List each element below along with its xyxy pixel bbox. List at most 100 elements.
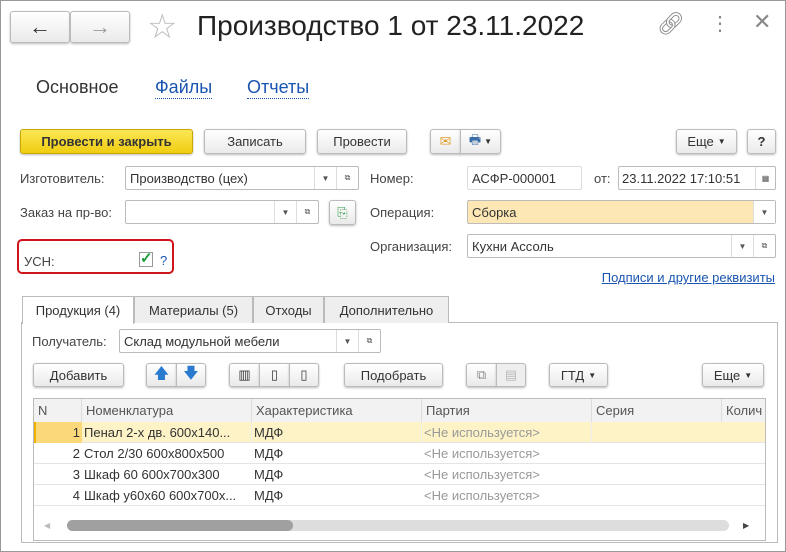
cell-nomenclature: Стол 2/30 600х800х500 [84, 446, 225, 461]
more-button[interactable]: Еще ▼ [676, 129, 737, 154]
cell-batch: <Не используется> [424, 446, 540, 461]
tab-materials[interactable]: Материалы (5) [134, 296, 253, 323]
print-button[interactable]: 🖶︎ ▼ [460, 129, 501, 154]
close-icon[interactable]: ✕ [753, 9, 771, 35]
tab-products[interactable]: Продукция (4) [22, 296, 134, 324]
col-characteristic[interactable]: Характеристика [252, 399, 422, 422]
usn-help-link[interactable]: ? [160, 253, 167, 268]
cell-characteristic: МДФ [254, 488, 284, 503]
maker-label: Изготовитель: [20, 171, 105, 186]
col-nomenclature[interactable]: Номенклатура [82, 399, 252, 422]
barcode-search-button[interactable]: ▥ [229, 363, 260, 387]
help-button[interactable]: ? [747, 129, 776, 154]
operation-label: Операция: [370, 205, 435, 220]
move-up-button[interactable]: 🡅 [146, 363, 177, 387]
order-label: Заказ на пр-во: [20, 205, 112, 220]
tab-reports[interactable]: Отчеты [247, 77, 310, 99]
cell-batch: <Не используется> [424, 467, 540, 482]
scanner-unload-button[interactable]: ▯ [289, 363, 319, 387]
calendar-icon[interactable]: ▦ [755, 167, 775, 189]
tab-main[interactable]: Основное [36, 77, 118, 98]
order-field[interactable]: ▼ ⧉ [125, 200, 319, 224]
table-row[interactable]: 1 Пенал 2-х дв. 600х140... МДФ <Не использу… [34, 422, 765, 443]
open-icon[interactable]: ⧉ [336, 167, 358, 189]
scroll-left-icon[interactable]: ◀ [44, 521, 50, 530]
scroll-right-icon[interactable]: ▶ [743, 521, 749, 530]
maker-field[interactable]: Производство (цех) ▼ ⧉ [125, 166, 359, 190]
col-n[interactable]: N [34, 399, 82, 422]
cell-batch: <Не используется> [422, 422, 592, 443]
recipient-field[interactable]: Склад модульной мебели ▼ ⧉ [119, 329, 381, 353]
dropdown-icon[interactable]: ▼ [336, 330, 358, 352]
cell-batch: <Не используется> [424, 488, 540, 503]
barcode-icon: ▥ [238, 367, 251, 382]
page-title: Производство 1 от 23.11.2022 [197, 10, 585, 41]
post-and-close-button[interactable]: Провести и закрыть [20, 129, 193, 154]
dropdown-icon[interactable]: ▼ [314, 167, 336, 189]
copy-button[interactable]: ⧉ [466, 363, 497, 387]
number-label: Номер: [370, 171, 414, 186]
window: ← → ☆ Производство 1 от 23.11.2022 🔗︎ ⋮ … [0, 0, 786, 552]
scanner-export-icon: ▯ [300, 367, 308, 382]
cell-n: 2 [72, 446, 80, 461]
post-button[interactable]: Провести [317, 129, 407, 154]
cell-n: 4 [72, 488, 80, 503]
pick-button[interactable]: Подобрать [344, 363, 443, 387]
table-row[interactable]: 4 Шкаф у60х60 600х700х... МДФ <Не используе… [34, 485, 765, 506]
usn-checkbox[interactable]: ✓ [139, 251, 153, 267]
cell-nomenclature: Шкаф у60х60 600х700х... [84, 488, 237, 503]
table-row[interactable]: 2 Стол 2/30 600х800х500 МДФ <Не используетс… [34, 443, 765, 464]
dropdown-icon[interactable]: ▼ [731, 235, 753, 257]
gtd-button[interactable]: ГТД ▼ [549, 363, 608, 387]
save-button[interactable]: Записать [204, 129, 306, 154]
products-table: N Номенклатура Характеристика Партия Сер… [33, 398, 766, 541]
cell-n: 1 [34, 422, 82, 443]
cell-characteristic: МДФ [254, 467, 284, 482]
table-row[interactable]: 3 Шкаф 60 600х700х300 МДФ <Не используется> [34, 464, 765, 485]
tab-files[interactable]: Файлы [155, 77, 213, 99]
dropdown-icon[interactable]: ▼ [274, 201, 296, 223]
dropdown-icon[interactable]: ▼ [753, 201, 775, 223]
number-field[interactable]: АСФР-000001 [467, 166, 582, 190]
open-icon[interactable]: ⧉ [753, 235, 775, 257]
cell-nomenclature: Шкаф 60 600х700х300 [84, 467, 220, 482]
date-field[interactable]: 23.11.2022 17:10:51 ▦ [618, 166, 776, 190]
org-field[interactable]: Кухни Ассоль ▼ ⧉ [467, 234, 776, 258]
table-more-button[interactable]: Еще ▼ [702, 363, 764, 387]
back-button[interactable]: ← [10, 11, 70, 43]
usn-label: УСН: [24, 254, 55, 269]
paste-icon: ▤ [504, 367, 518, 382]
col-quantity[interactable]: Колич [722, 399, 765, 422]
add-button[interactable]: Добавить [33, 363, 124, 387]
open-icon[interactable]: ⧉ [296, 201, 318, 223]
more-vert-icon[interactable]: ⋮ [710, 11, 730, 36]
envelope-icon: ✉ [439, 133, 452, 149]
scrollbar-thumb[interactable] [67, 520, 293, 531]
forward-button[interactable]: → [70, 11, 130, 43]
operation-field[interactable]: Сборка ▼ [467, 200, 776, 224]
signatures-link[interactable]: Подписи и другие реквизиты [602, 270, 775, 285]
col-batch[interactable]: Партия [422, 399, 592, 422]
col-series[interactable]: Серия [592, 399, 722, 422]
printer-icon: 🖶︎ [468, 131, 482, 147]
horizontal-scrollbar[interactable] [67, 520, 729, 531]
tab-additional[interactable]: Дополнительно [324, 296, 449, 323]
cell-characteristic: МДФ [252, 422, 422, 443]
link-icon[interactable]: 🔗︎ [657, 11, 685, 37]
org-label: Организация: [370, 239, 453, 254]
cell-nomenclature: Пенал 2-х дв. 600х140... [82, 422, 252, 443]
scanner-icon: ▯ [270, 367, 279, 382]
email-button[interactable]: ✉ [430, 129, 461, 154]
move-down-button[interactable]: 🡇 [176, 363, 206, 387]
cell-n: 3 [72, 467, 80, 482]
star-icon[interactable]: ☆ [147, 7, 177, 47]
copy-icon: ⧉ [476, 367, 487, 382]
scanner-load-button[interactable]: ▯ [259, 363, 290, 387]
open-icon[interactable]: ⧉ [358, 330, 380, 352]
recipient-label: Получатель: [32, 334, 107, 349]
fill-icon: ⎘ [337, 204, 348, 220]
tab-waste[interactable]: Отходы [253, 296, 324, 323]
fill-from-order-button[interactable]: ⎘ [329, 200, 356, 225]
paste-button[interactable]: ▤ [496, 363, 526, 387]
cell-characteristic: МДФ [254, 446, 284, 461]
